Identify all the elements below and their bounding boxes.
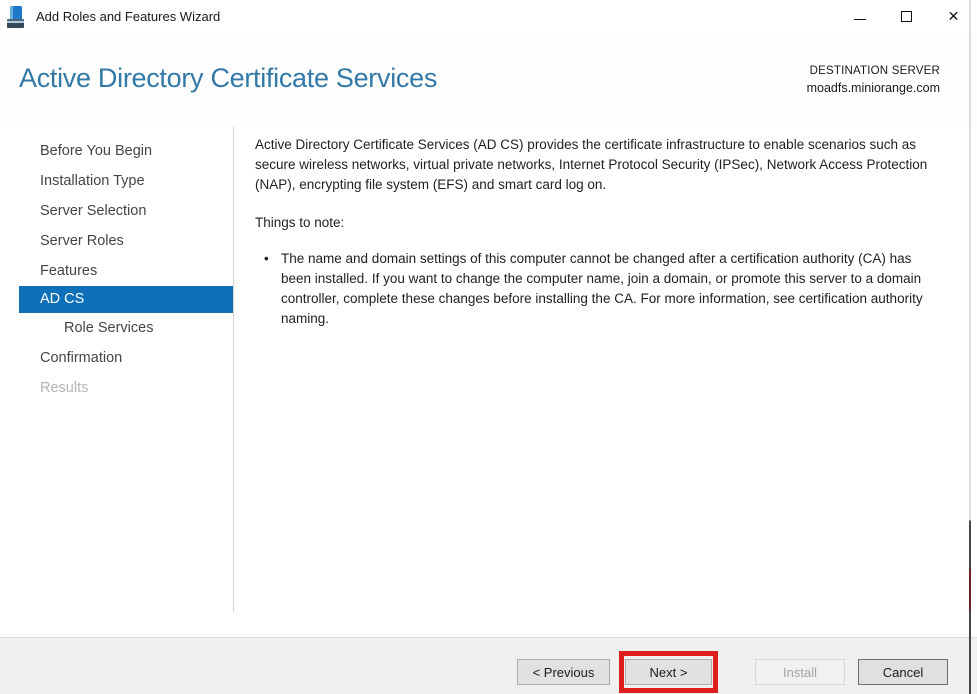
nav-item-ad-cs-selected[interactable]: AD CS xyxy=(19,286,233,313)
step-description-pane: Active Directory Certificate Services (A… xyxy=(255,135,959,329)
things-to-note-heading: Things to note: xyxy=(255,213,959,233)
titlebar: Add Roles and Features Wizard ✕ xyxy=(0,0,977,33)
destination-server-block: DESTINATION SERVER moadfs.miniorange.com xyxy=(807,63,940,97)
minimize-icon xyxy=(854,19,866,20)
close-icon: ✕ xyxy=(948,10,960,24)
destination-server-value: moadfs.miniorange.com xyxy=(807,80,940,97)
wizard-steps-nav: Before You Begin Installation Type Serve… xyxy=(0,127,234,612)
window-edge-artifact xyxy=(969,0,971,694)
page-title: Active Directory Certificate Services xyxy=(19,63,437,94)
nav-item-installation-type[interactable]: Installation Type xyxy=(0,166,233,196)
bullet-text: The name and domain settings of this com… xyxy=(281,249,933,329)
server-box-shape xyxy=(7,19,24,28)
destination-server-label: DESTINATION SERVER xyxy=(807,63,940,80)
nav-item-confirmation[interactable]: Confirmation xyxy=(0,343,233,373)
install-button[interactable]: Install xyxy=(755,659,845,685)
next-button[interactable]: Next > xyxy=(625,659,712,685)
maximize-icon xyxy=(901,11,912,22)
nav-item-role-services[interactable]: Role Services xyxy=(0,313,233,343)
nav-item-server-selection[interactable]: Server Selection xyxy=(0,196,233,226)
previous-button[interactable]: < Previous xyxy=(517,659,610,685)
server-manager-icon xyxy=(7,6,27,28)
cancel-button[interactable]: Cancel xyxy=(858,659,948,685)
wizard-content: Before You Begin Installation Type Serve… xyxy=(0,127,977,637)
window-controls: ✕ xyxy=(836,0,977,33)
nav-item-results: Results xyxy=(0,373,233,403)
list-item: • The name and domain settings of this c… xyxy=(264,249,959,329)
nav-item-before-you-begin[interactable]: Before You Begin xyxy=(0,136,233,166)
bullet-icon: • xyxy=(264,249,281,329)
intro-text: Active Directory Certificate Services (A… xyxy=(255,135,947,195)
minimize-button[interactable] xyxy=(836,0,883,33)
annotation-highlight-box: Next > xyxy=(619,651,718,693)
add-roles-features-wizard-window: Add Roles and Features Wizard ✕ Active D… xyxy=(0,0,977,694)
nav-item-server-roles[interactable]: Server Roles xyxy=(0,226,233,256)
nav-item-features[interactable]: Features xyxy=(0,256,233,286)
wizard-footer: < Previous Next > Install Cancel xyxy=(0,637,977,694)
wizard-header: Active Directory Certificate Services DE… xyxy=(0,33,977,127)
window-title: Add Roles and Features Wizard xyxy=(36,9,220,24)
maximize-button[interactable] xyxy=(883,0,930,33)
